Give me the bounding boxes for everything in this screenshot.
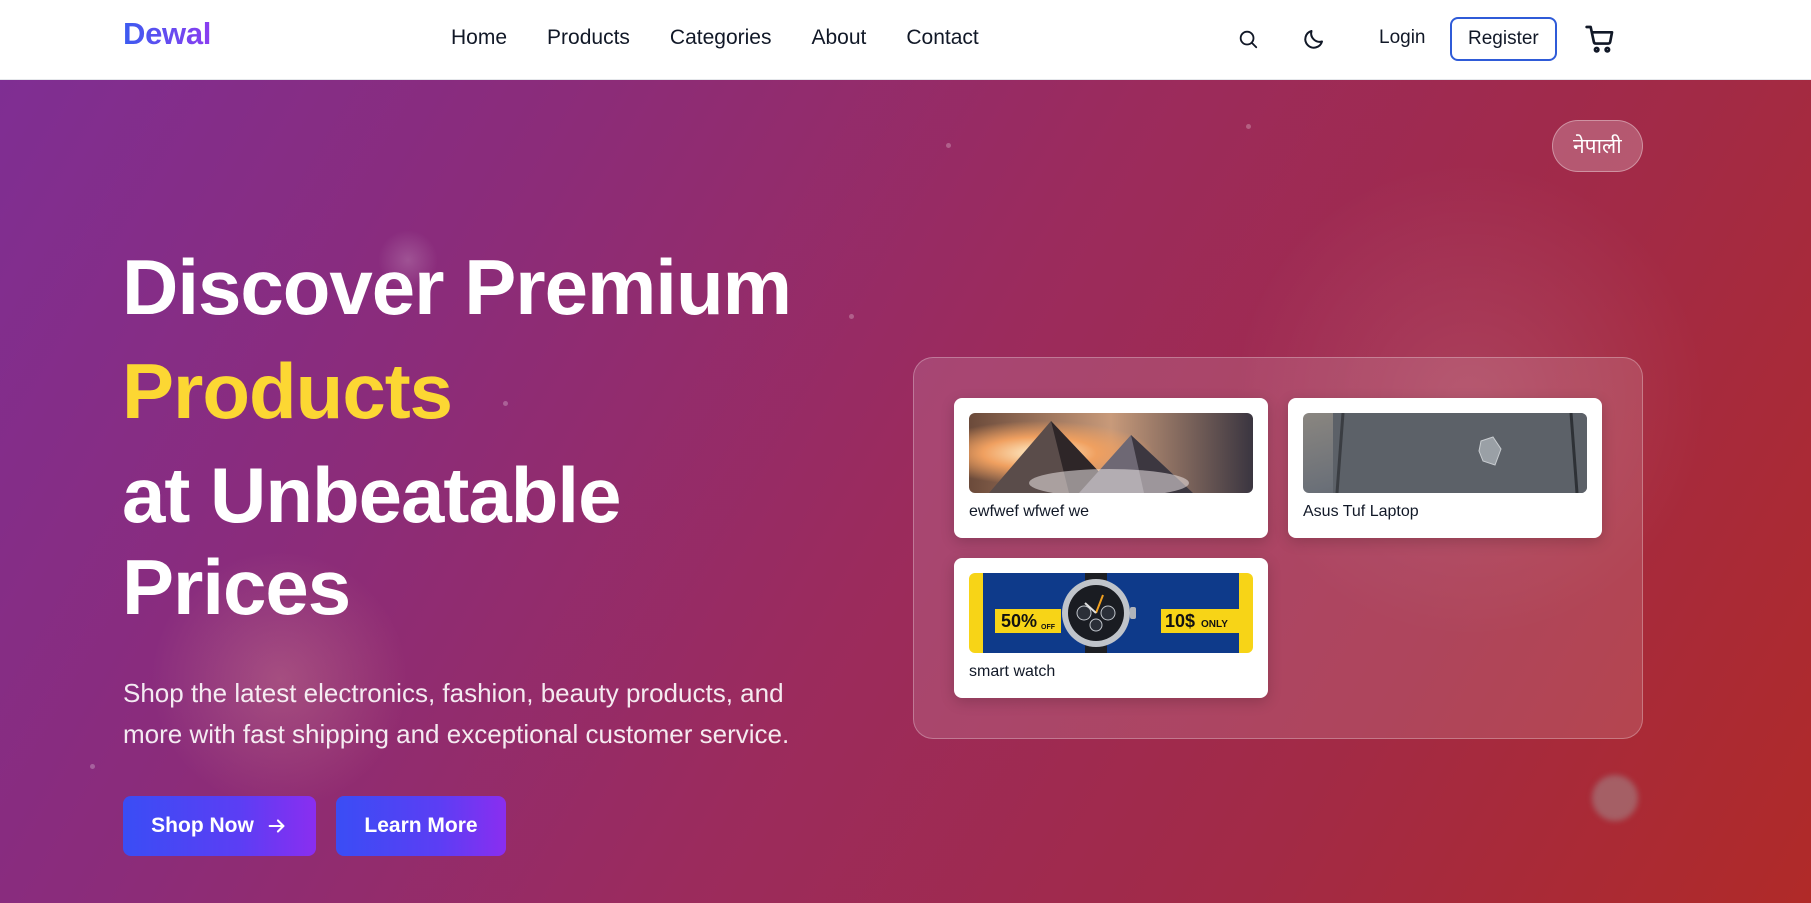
hero-subtitle: Shop the latest electronics, fashion, be…	[123, 678, 790, 749]
product-name: Asus Tuf Laptop	[1303, 503, 1419, 520]
watch-discount-suffix: OFF	[1041, 624, 1056, 631]
search-icon	[1239, 30, 1258, 49]
decorative-dot	[503, 401, 508, 406]
theme-toggle-button[interactable]	[1298, 23, 1330, 55]
language-toggle-button[interactable]: नेपाली	[1552, 120, 1643, 172]
top-navbar: Dewal Home Products Categories About Con…	[0, 0, 1811, 80]
nav-link-products[interactable]: Products	[547, 26, 630, 50]
nav-link-home[interactable]: Home	[451, 26, 507, 50]
nav-link-contact[interactable]: Contact	[906, 26, 978, 50]
shop-now-button[interactable]: Shop Now	[123, 796, 316, 856]
headline-highlight: Products	[122, 347, 453, 435]
featured-products-panel: ewfwef wfwef we Asus Tuf Laptop 50% OFF …	[913, 357, 1643, 739]
shop-now-label: Shop Now	[151, 814, 254, 837]
brand-logo[interactable]: Dewal	[123, 16, 211, 52]
login-button[interactable]: Login	[1379, 27, 1426, 49]
arrow-right-icon	[268, 819, 285, 833]
product-card[interactable]: 50% OFF 10$ ONLY smart watch	[954, 558, 1268, 698]
moon-icon	[1304, 30, 1323, 49]
watch-discount-text: 50%	[1001, 611, 1037, 631]
product-card[interactable]: ewfwef wfwef we	[954, 398, 1268, 538]
nav-link-about[interactable]: About	[811, 26, 866, 50]
decorative-dot	[946, 143, 951, 148]
cart-icon	[1585, 25, 1614, 53]
nav-link-categories[interactable]: Categories	[670, 26, 772, 50]
product-image	[1303, 413, 1587, 493]
nav-actions: Login Register	[1232, 17, 1632, 61]
headline-line-1: Discover Premium	[122, 243, 792, 331]
main-nav: Home Products Categories About Contact	[451, 26, 979, 50]
search-button[interactable]	[1232, 23, 1264, 55]
decorative-dot	[1246, 124, 1251, 129]
product-name: smart watch	[969, 663, 1056, 680]
register-button[interactable]: Register	[1450, 17, 1557, 61]
decorative-dot	[90, 764, 95, 769]
headline-line-4: Prices	[122, 543, 351, 631]
product-image	[969, 413, 1253, 493]
product-card[interactable]: Asus Tuf Laptop	[1288, 398, 1602, 538]
watch-price-suffix: ONLY	[1201, 619, 1228, 630]
headline-line-3: at Unbeatable	[122, 451, 621, 539]
decorative-dot	[849, 314, 854, 319]
decorative-blob	[1592, 775, 1638, 821]
hero-section: नेपाली Discover Premium Products at Unbe…	[0, 80, 1811, 903]
product-image: 50% OFF 10$ ONLY	[969, 573, 1253, 653]
learn-more-button[interactable]: Learn More	[336, 796, 506, 856]
cart-button[interactable]	[1582, 21, 1618, 57]
watch-price-text: 10$	[1165, 611, 1195, 631]
product-name: ewfwef wfwef we	[969, 503, 1090, 520]
